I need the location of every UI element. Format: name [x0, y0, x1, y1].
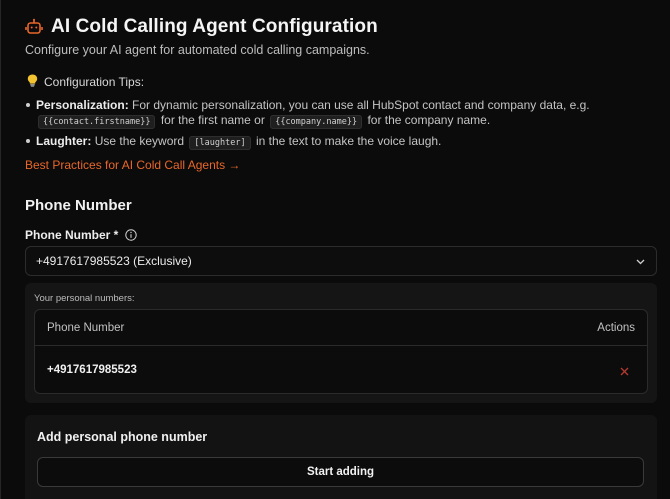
- personal-numbers-label: Your personal numbers:: [34, 293, 135, 304]
- tip-personalization-text-2: for the first name or: [160, 113, 265, 127]
- tips-heading: Configuration Tips:: [27, 74, 144, 90]
- phone-number-cell: +4917617985523: [47, 364, 137, 376]
- tip-personalization-text-1: For dynamic personalization, you can use…: [132, 98, 590, 112]
- page-title: AI Cold Calling Agent Configuration: [51, 16, 378, 37]
- column-header-actions: Actions: [597, 322, 635, 334]
- title-row: AI Cold Calling Agent Configuration: [25, 16, 378, 38]
- tip-laughter-label: Laughter:: [36, 134, 92, 148]
- code-company-name: {{company.name}}: [270, 115, 363, 129]
- lightbulb-icon: [27, 74, 38, 90]
- tip-laughter: Laughter: Use the keyword [laughter] in …: [25, 134, 649, 151]
- add-personal-number-panel: Add personal phone number Start adding: [25, 415, 657, 499]
- column-header-phone-number: Phone Number: [47, 322, 125, 334]
- code-laughter: [laughter]: [189, 136, 251, 150]
- start-adding-button[interactable]: Start adding: [37, 457, 644, 487]
- page-header: AI Cold Calling Agent Configuration Conf…: [25, 16, 378, 57]
- robot-icon: [25, 18, 43, 36]
- tips-heading-text: Configuration Tips:: [44, 75, 145, 89]
- bullet-dot: [26, 103, 30, 107]
- config-page: AI Cold Calling Agent Configuration Conf…: [0, 0, 670, 499]
- phone-section-title: Phone Number: [25, 197, 132, 214]
- info-icon[interactable]: [125, 229, 138, 241]
- tip-laughter-text-1: Use the keyword: [94, 134, 185, 148]
- code-contact-firstname: {{contact.firstname}}: [38, 115, 156, 129]
- tip-personalization-label: Personalization:: [36, 98, 129, 112]
- table-header: Phone Number Actions: [35, 310, 647, 346]
- phone-number-select[interactable]: +4917617985523 (Exclusive): [25, 246, 657, 276]
- chevron-down-icon: [635, 256, 646, 267]
- tip-personalization-text-3: for the company name.: [367, 113, 491, 127]
- personal-numbers-panel: Your personal numbers: Phone Number Acti…: [25, 283, 657, 403]
- personal-numbers-table: Phone Number Actions +4917617985523: [34, 309, 648, 394]
- page-subtitle: Configure your AI agent for automated co…: [25, 43, 370, 57]
- phone-number-label-text: Phone Number *: [25, 228, 119, 242]
- phone-number-select-value: +4917617985523 (Exclusive): [36, 254, 192, 268]
- tip-personalization: Personalization: For dynamic personaliza…: [25, 98, 649, 130]
- add-personal-number-title: Add personal phone number: [37, 430, 208, 444]
- tip-laughter-text-2: in the text to make the voice laugh.: [255, 134, 442, 148]
- bullet-dot: [26, 139, 30, 143]
- best-practices-link[interactable]: Best Practices for AI Cold Call Agents →: [25, 158, 240, 172]
- phone-number-label: Phone Number *: [25, 228, 138, 242]
- delete-x-icon[interactable]: [619, 364, 630, 376]
